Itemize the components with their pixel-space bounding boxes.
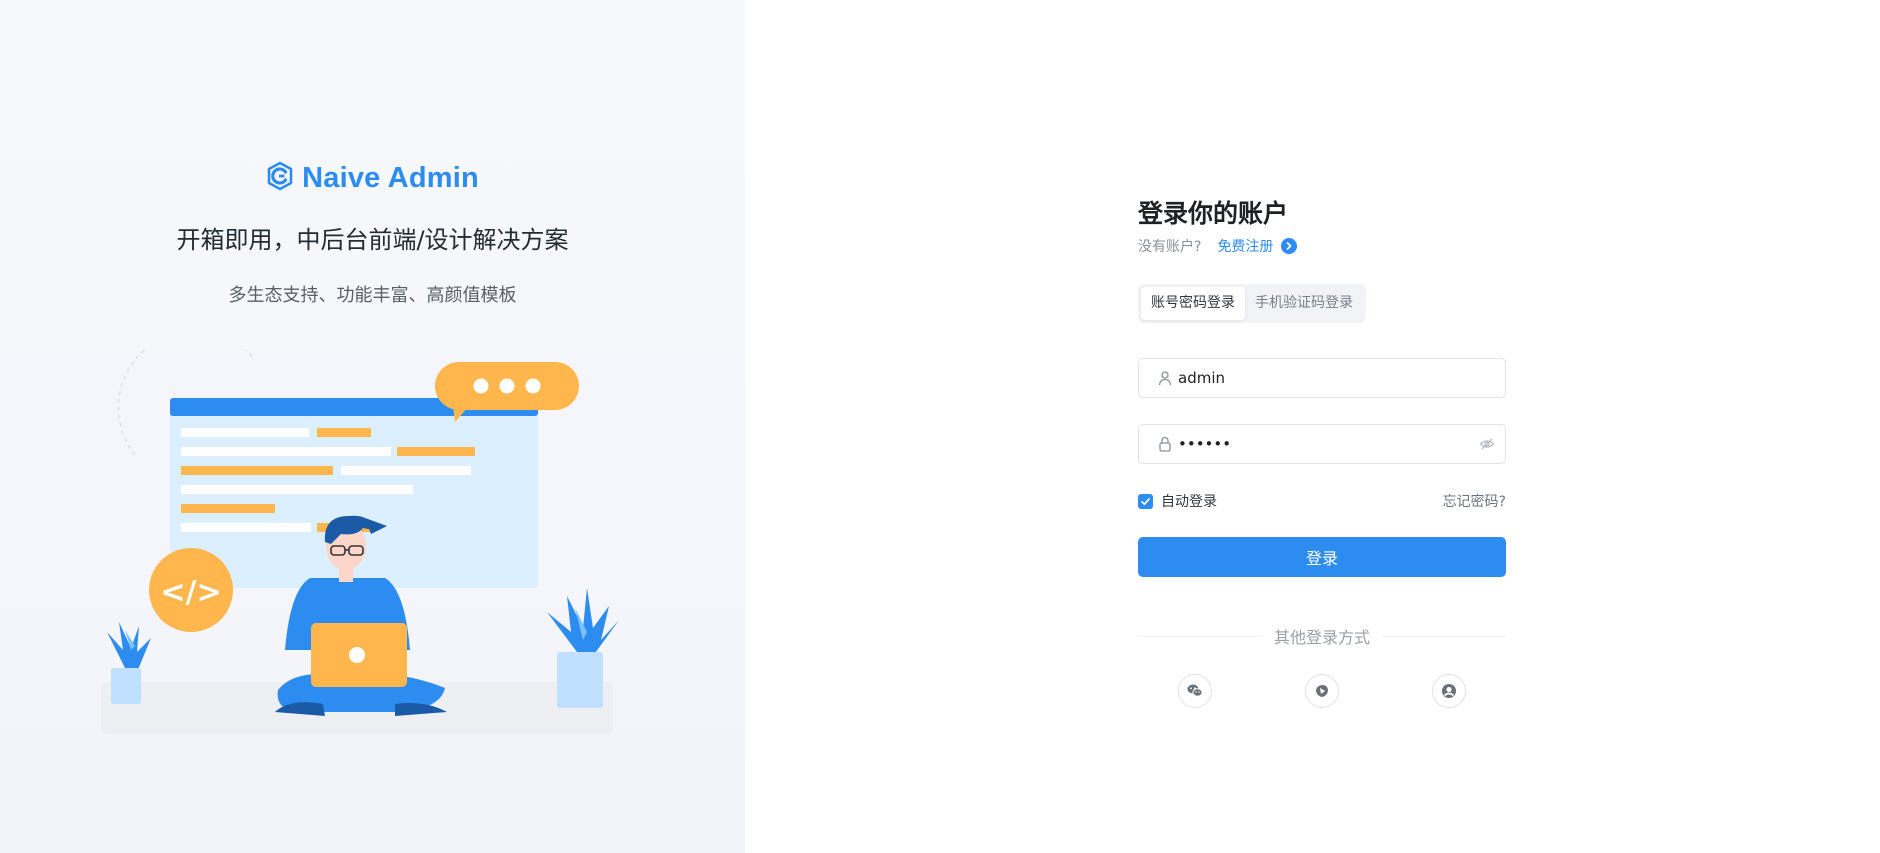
- auto-login-label: 自动登录: [1161, 494, 1217, 510]
- auto-login-checkbox[interactable]: 自动登录: [1138, 491, 1217, 511]
- checkbox-checked-icon[interactable]: [1138, 493, 1153, 509]
- password-field[interactable]: ••••••: [1138, 424, 1506, 464]
- lock-icon: [1154, 436, 1176, 452]
- tab-password-login[interactable]: 账号密码登录: [1141, 287, 1245, 320]
- other-login-divider: 其他登录方式: [1138, 626, 1507, 647]
- wechat-icon[interactable]: [1178, 674, 1212, 708]
- username-field[interactable]: admin: [1138, 358, 1506, 398]
- login-options-row: 自动登录 忘记密码?: [1138, 491, 1506, 511]
- forgot-password-link[interactable]: 忘记密码?: [1443, 491, 1506, 511]
- arrow-right-icon[interactable]: [1281, 238, 1298, 254]
- developer-illustration: </>: [101, 350, 619, 734]
- hexagon-logo-icon: [266, 161, 294, 195]
- weibo-icon[interactable]: [1305, 674, 1339, 708]
- svg-text:</>: </>: [160, 575, 221, 610]
- divider-line: [1138, 635, 1262, 637]
- no-account-text: 没有账户?: [1138, 239, 1202, 255]
- user-icon: [1154, 370, 1176, 386]
- eye-off-icon[interactable]: [1479, 436, 1495, 452]
- signup-row: 没有账户? 免费注册: [1138, 236, 1506, 256]
- login-button[interactable]: 登录: [1138, 537, 1506, 577]
- qq-icon[interactable]: [1432, 674, 1466, 708]
- hero-slogan: 开箱即用，中后台前端/设计解决方案: [176, 226, 569, 254]
- login-form: 登录你的账户 没有账户? 免费注册 账号密码登录 手机验证码登录 admin •…: [1138, 196, 1507, 708]
- login-heading: 登录你的账户: [1138, 199, 1289, 228]
- username-value[interactable]: admin: [1178, 369, 1505, 387]
- signup-link[interactable]: 免费注册: [1217, 236, 1273, 256]
- other-login-label: 其他登录方式: [1274, 628, 1371, 647]
- hero-subslogan: 多生态支持、功能丰富、高颜值模板: [228, 285, 517, 306]
- intro-panel: Naive Admin 开箱即用，中后台前端/设计解决方案 多生态支持、功能丰富…: [0, 0, 745, 853]
- brand-header: Naive Admin: [0, 158, 745, 198]
- login-method-tabs: 账号密码登录 手机验证码登录: [1138, 284, 1366, 323]
- tab-sms-login[interactable]: 手机验证码登录: [1245, 287, 1363, 320]
- brand-title: Naive Admin: [302, 161, 479, 194]
- divider-line: [1382, 635, 1507, 637]
- password-value[interactable]: ••••••: [1178, 435, 1479, 453]
